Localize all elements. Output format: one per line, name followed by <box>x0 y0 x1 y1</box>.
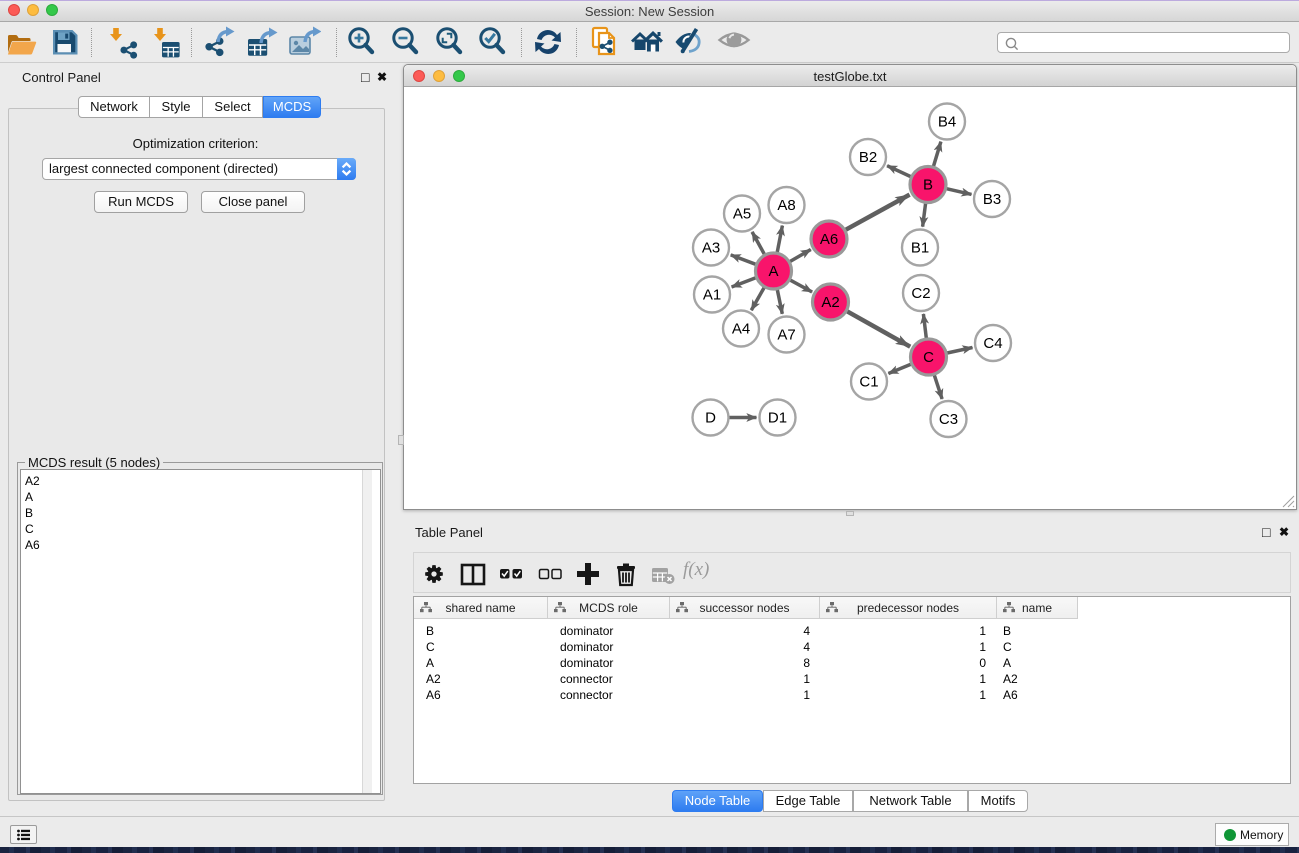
svg-text:A2: A2 <box>821 294 839 311</box>
svg-text:A7: A7 <box>777 327 795 344</box>
svg-text:C1: C1 <box>859 374 878 391</box>
svg-text:A6: A6 <box>820 231 838 248</box>
svg-text:C3: C3 <box>939 411 958 428</box>
svg-text:B3: B3 <box>983 191 1001 208</box>
svg-text:C: C <box>923 349 934 366</box>
svg-text:D1: D1 <box>768 410 787 427</box>
svg-text:B: B <box>923 177 933 194</box>
svg-text:A4: A4 <box>732 321 750 338</box>
svg-text:A1: A1 <box>703 287 721 304</box>
svg-text:A5: A5 <box>733 206 751 223</box>
svg-text:A: A <box>768 263 778 280</box>
svg-text:A3: A3 <box>702 240 720 257</box>
svg-text:B4: B4 <box>938 114 956 131</box>
svg-text:B2: B2 <box>859 149 877 166</box>
svg-text:B1: B1 <box>911 240 929 257</box>
svg-text:C2: C2 <box>911 285 930 302</box>
svg-text:D: D <box>705 410 716 427</box>
svg-text:A8: A8 <box>777 197 795 214</box>
svg-text:C4: C4 <box>983 335 1002 352</box>
